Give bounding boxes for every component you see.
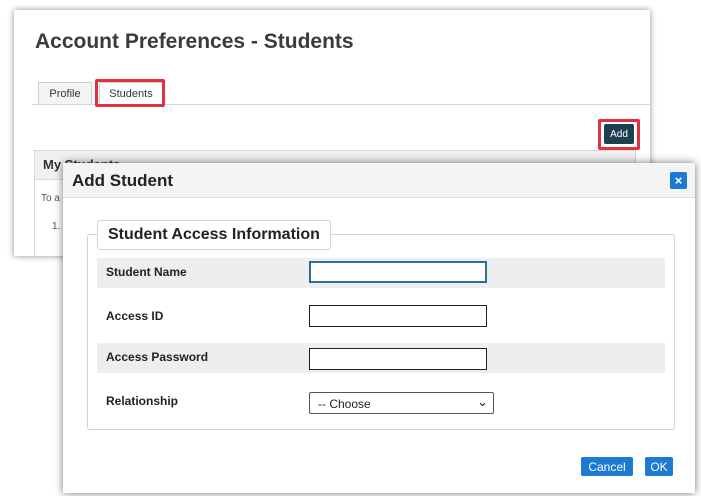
dialog-title: Add Student: [72, 171, 174, 190]
students-tab-highlight: [95, 79, 165, 107]
page-title: Account Preferences - Students: [35, 30, 354, 53]
access-id-label: Access ID: [106, 309, 164, 323]
access-id-input[interactable]: [309, 305, 487, 327]
chevron-down-icon: ⌄: [477, 394, 488, 409]
close-icon: ×: [674, 173, 683, 188]
access-password-input[interactable]: [309, 348, 487, 370]
ok-button[interactable]: OK: [645, 457, 673, 476]
cancel-button[interactable]: Cancel: [581, 457, 633, 476]
my-students-list-number: 1.: [52, 221, 61, 232]
add-button-highlight: [598, 119, 640, 150]
relationship-label: Relationship: [106, 394, 179, 408]
student-name-label: Student Name: [106, 265, 187, 279]
add-student-dialog: Add Student × Student Access Information…: [63, 163, 695, 493]
close-button[interactable]: ×: [670, 172, 687, 189]
dialog-header: Add Student ×: [63, 163, 695, 198]
access-password-label: Access Password: [106, 350, 209, 364]
my-students-text: To a: [41, 193, 60, 204]
relationship-selected-value: -- Choose: [318, 397, 371, 411]
relationship-select[interactable]: -- Choose ⌄: [309, 392, 494, 414]
student-name-input[interactable]: [309, 261, 487, 283]
fieldset-legend: Student Access Information: [97, 220, 331, 250]
tab-profile[interactable]: Profile: [38, 82, 92, 105]
